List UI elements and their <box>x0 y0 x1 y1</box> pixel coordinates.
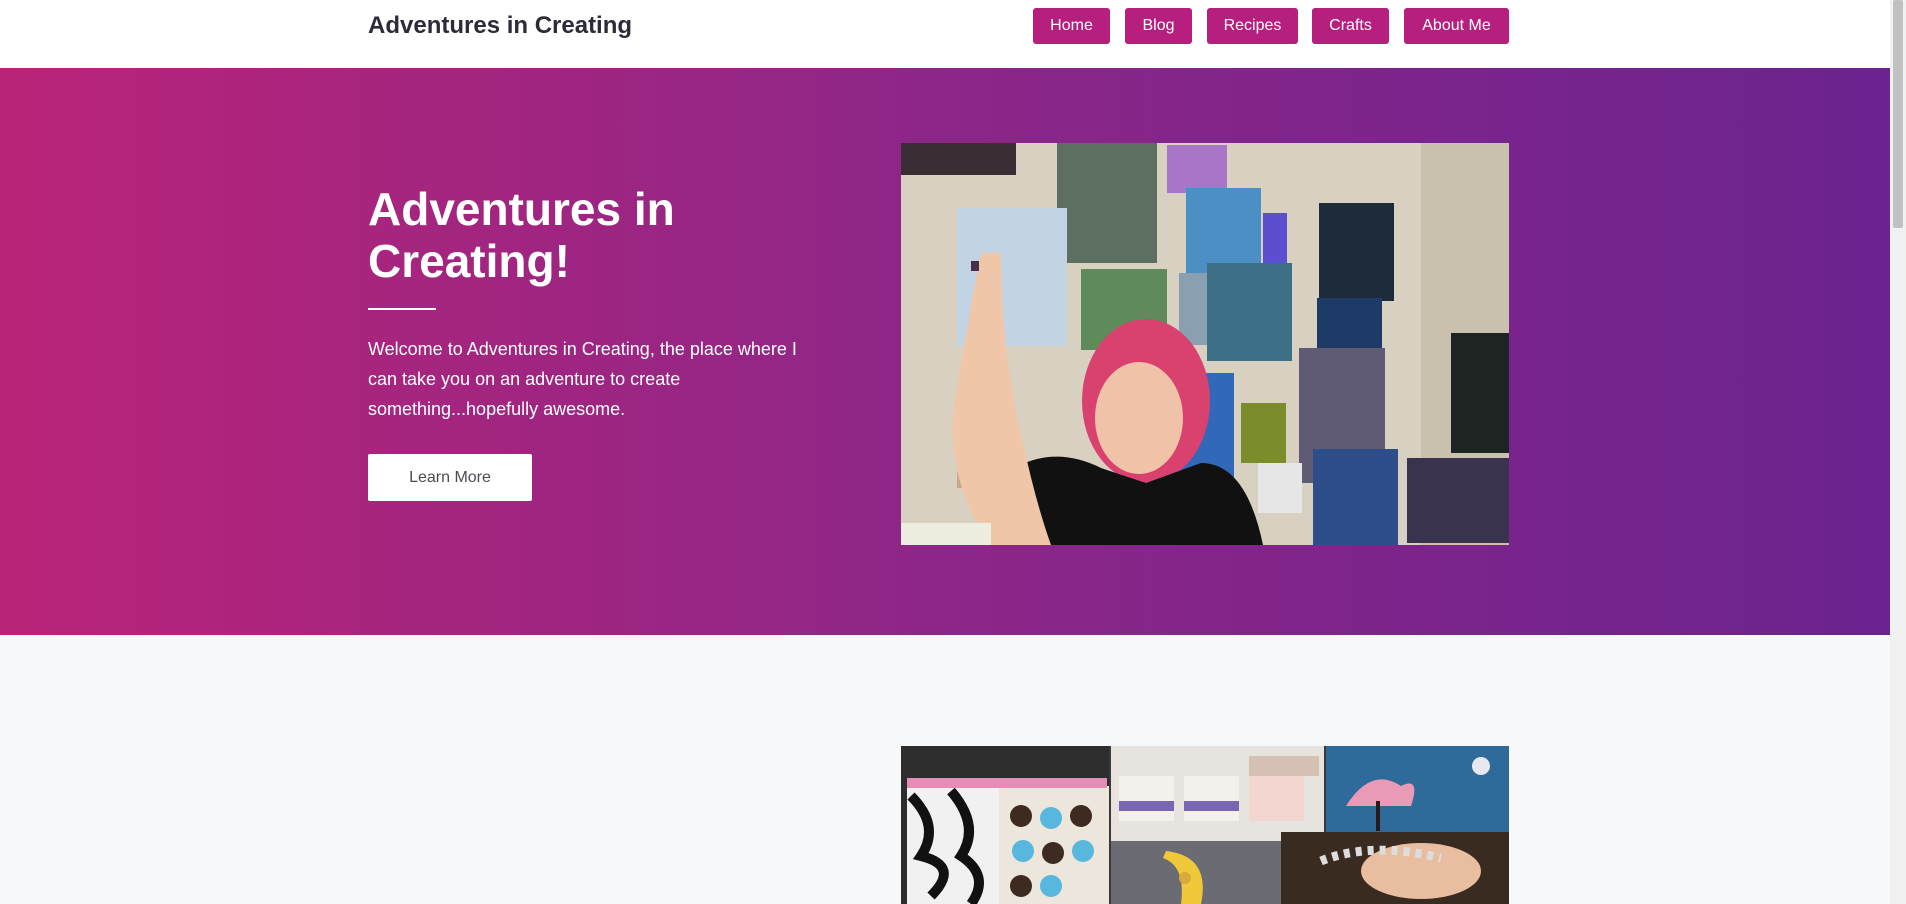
scrollbar-thumb[interactable] <box>1893 0 1903 228</box>
hero-description: Welcome to Adventures in Creating, the p… <box>368 339 797 419</box>
learn-more-button[interactable]: Learn More <box>368 454 532 501</box>
nav-blog-button[interactable]: Blog <box>1125 8 1192 44</box>
crafts-collage <box>901 746 1509 904</box>
nav-about-button[interactable]: About Me <box>1404 8 1509 44</box>
hero-divider <box>368 308 436 310</box>
nav-home-button[interactable]: Home <box>1033 8 1110 44</box>
page-scrollbar[interactable] <box>1890 0 1906 904</box>
site-brand[interactable]: Adventures in Creating <box>368 12 632 40</box>
top-navbar: Adventures in Creating Home Blog Recipes… <box>0 0 1890 68</box>
artist-photo <box>901 143 1509 545</box>
hero-title: Adventures in Creating! <box>368 183 675 287</box>
nav-recipes-button[interactable]: Recipes <box>1207 8 1298 44</box>
nav-crafts-button[interactable]: Crafts <box>1312 8 1389 44</box>
